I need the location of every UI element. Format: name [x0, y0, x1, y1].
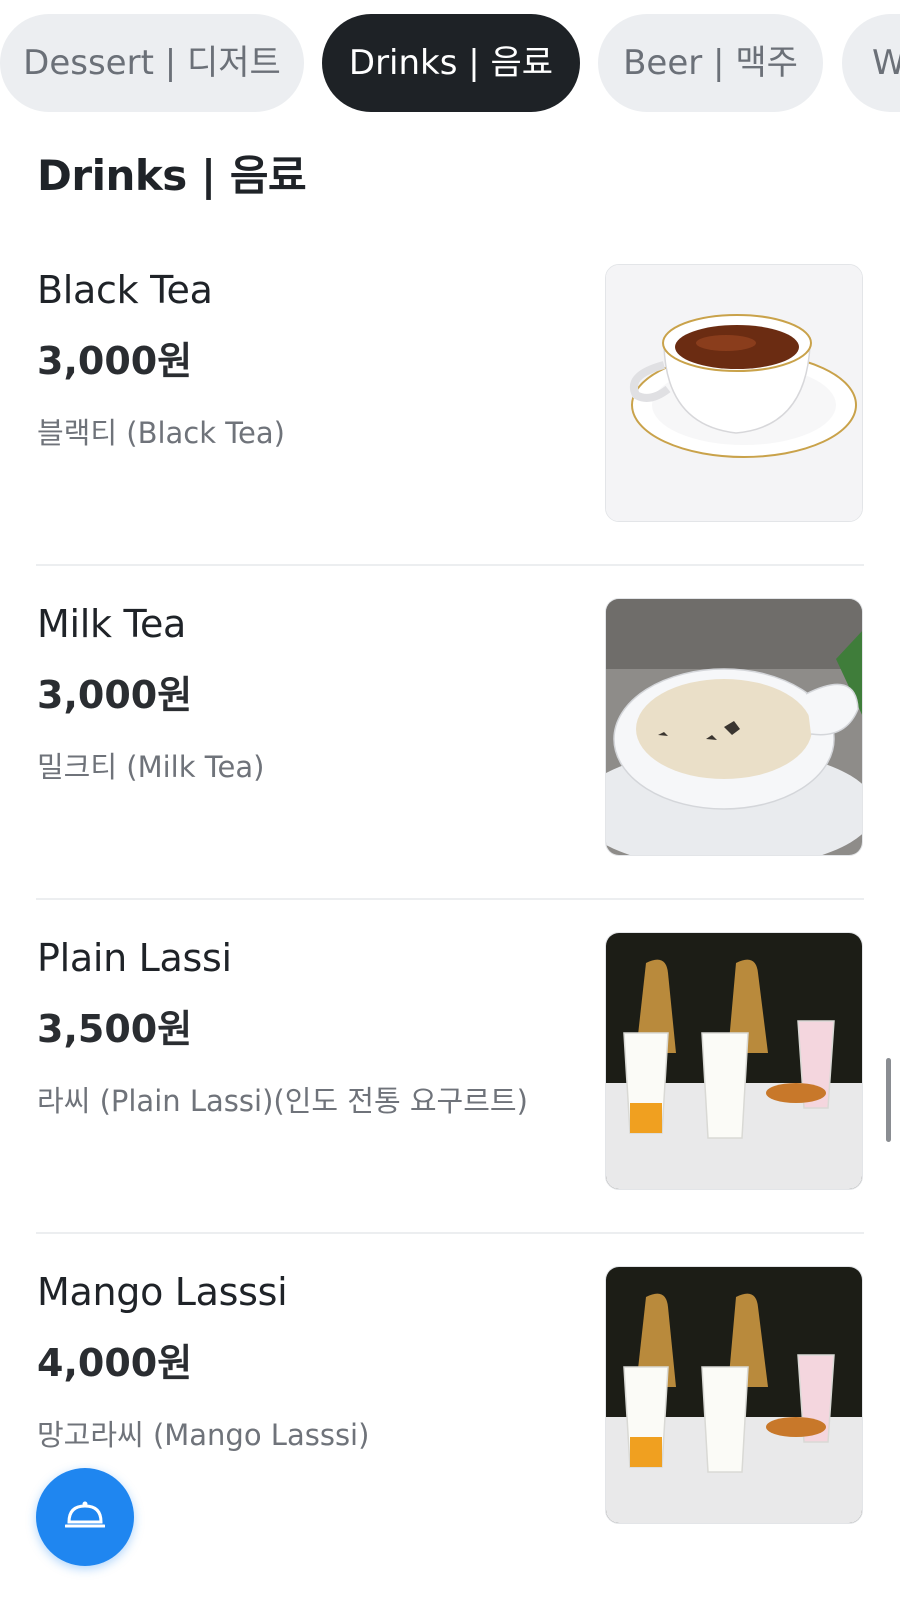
item-name: Plain Lassi	[37, 936, 232, 980]
item-price: 3,000원	[37, 339, 193, 383]
item-description: 밀크티 (Milk Tea)	[37, 750, 265, 784]
item-divider	[36, 1232, 864, 1234]
menu-item[interactable]: Mango Lasssi 4,000원 망고라씨 (Mango Lasssi)	[0, 1266, 900, 1604]
item-description: 라씨 (Plain Lassi)(인도 전통 요구르트)	[37, 1084, 528, 1118]
item-description: 블랙티 (Black Tea)	[37, 416, 285, 450]
item-divider	[36, 564, 864, 566]
menu-item[interactable]: Plain Lassi 3,500원 라씨 (Plain Lassi)(인도 전…	[0, 932, 900, 1270]
item-description: 망고라씨 (Mango Lasssi)	[37, 1418, 370, 1452]
item-name: Milk Tea	[37, 602, 187, 646]
item-photo-plain-lassi[interactable]	[605, 932, 863, 1190]
item-price: 4,000원	[37, 1341, 193, 1385]
item-photo-black-tea[interactable]	[605, 264, 863, 522]
item-price: 3,000원	[37, 673, 193, 717]
item-price: 3,500원	[37, 1007, 193, 1051]
tab-beer[interactable]: Beer | 맥주	[598, 14, 823, 112]
item-photo-mango-lassi[interactable]	[605, 1266, 863, 1524]
item-photo-milk-tea[interactable]	[605, 598, 863, 856]
tab-dessert[interactable]: Dessert | 디저트	[0, 14, 304, 112]
service-bell-icon	[65, 1501, 105, 1528]
tab-w[interactable]: W	[842, 14, 900, 112]
item-divider	[36, 898, 864, 900]
call-staff-button[interactable]	[36, 1468, 134, 1566]
item-name: Mango Lasssi	[37, 1270, 288, 1314]
menu-item[interactable]: Milk Tea 3,000원 밀크티 (Milk Tea)	[0, 598, 900, 936]
menu-item[interactable]: Black Tea 3,000원 블랙티 (Black Tea)	[0, 264, 900, 602]
tab-drinks[interactable]: Drinks | 음료	[322, 14, 580, 112]
category-tabs: Dessert | 디저트 Drinks | 음료 Beer | 맥주 W	[0, 14, 900, 114]
section-title: Drinks | 음료	[37, 151, 307, 200]
item-name: Black Tea	[37, 268, 213, 312]
scrollbar[interactable]	[886, 1058, 891, 1142]
